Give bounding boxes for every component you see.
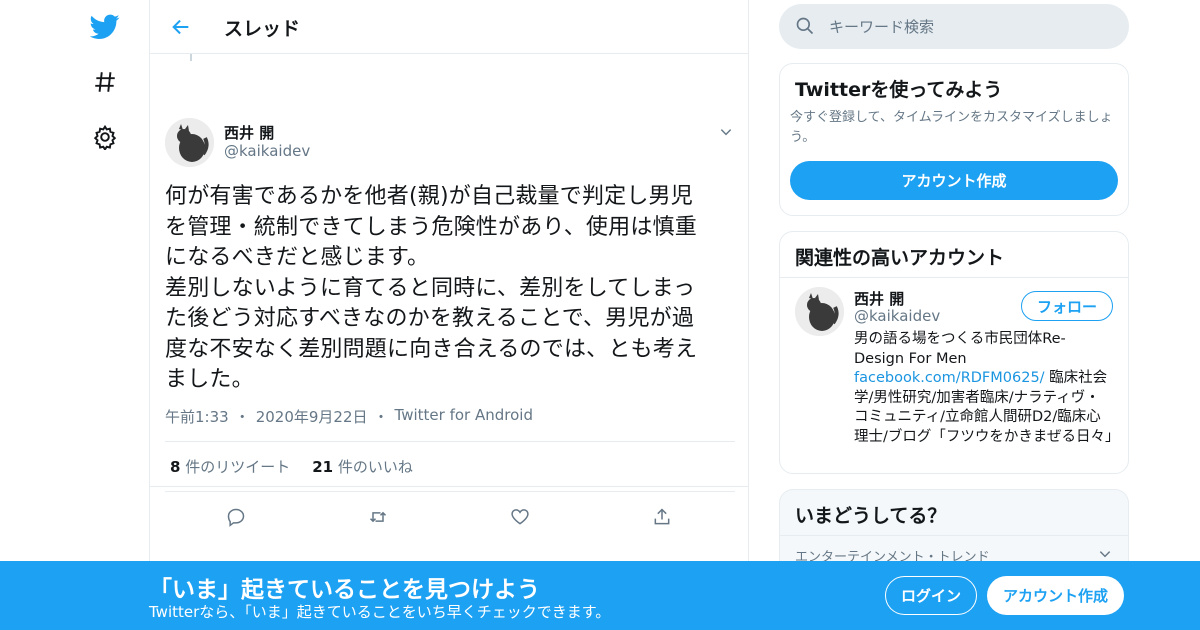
- banner-subtitle: Twitterなら、「いま」起きていることをいち早くチェックできます。: [149, 603, 611, 621]
- related-accounts-title: 関連性の高いアカウント: [795, 247, 1005, 269]
- thread-header: スレッド: [150, 0, 748, 54]
- create-account-button[interactable]: アカウント作成: [790, 161, 1118, 200]
- tweet-text: 何が有害であるかを他者(親)が自己裁量で判定し男児 を管理・統制できてしまう危険…: [165, 184, 698, 392]
- tweet-stats: 8 件のリツイート 21 件のいいね: [170, 456, 413, 477]
- divider: [780, 535, 1128, 536]
- back-arrow-icon[interactable]: [166, 12, 196, 42]
- share-icon[interactable]: [647, 502, 677, 532]
- search-input[interactable]: [829, 12, 1109, 41]
- retweet-stat[interactable]: 8 件のリツイート: [170, 456, 290, 477]
- meta-separator: ・: [373, 408, 389, 426]
- meta-separator: ・: [234, 408, 250, 426]
- author-name[interactable]: 西井 開: [224, 122, 274, 143]
- reply-icon[interactable]: [221, 502, 251, 532]
- page-title: スレッド: [224, 18, 301, 40]
- bio-link[interactable]: facebook.com/RDFM0625/: [854, 370, 1045, 386]
- main-column: スレッド 西井 開 @kaikaidev 何が有害であるかを他者(親)が自己裁量…: [149, 0, 749, 630]
- left-nav: [80, 0, 130, 630]
- signup-button[interactable]: アカウント作成: [987, 576, 1124, 615]
- tweet-actions: [165, 502, 735, 532]
- signup-card-subtitle: 今すぐ登録して、タイムラインをカスタマイズしましょう。: [790, 110, 1113, 145]
- twitter-bird-icon[interactable]: [90, 12, 120, 42]
- search-icon: [795, 16, 815, 36]
- divider: [165, 441, 735, 442]
- avatar[interactable]: [165, 118, 214, 167]
- tweet-source[interactable]: Twitter for Android: [395, 406, 533, 427]
- related-account-name[interactable]: 西井 開: [854, 288, 904, 309]
- related-accounts-card: 関連性の高いアカウント 西井 開 @kaikaidev フォロー 男の語る場をつ…: [779, 231, 1129, 474]
- related-account-bio: 男の語る場をつくる市民団体Re-Design For Men facebook.c…: [854, 331, 1120, 445]
- divider: [150, 486, 749, 487]
- thread-connector: [190, 54, 192, 61]
- follow-button[interactable]: フォロー: [1021, 291, 1113, 321]
- divider: [780, 277, 1128, 278]
- tweet-time[interactable]: 午前1:33: [165, 406, 229, 427]
- banner-title: 「いま」起きていることを見つけよう: [149, 577, 540, 603]
- tweet-meta: 午前1:33 ・ 2020年9月22日 ・ Twitter for Androi…: [165, 406, 533, 427]
- divider: [165, 491, 735, 492]
- tweet-date[interactable]: 2020年9月22日: [256, 406, 368, 427]
- like-heart-icon[interactable]: [505, 502, 535, 532]
- signup-card: Twitterを使ってみよう 今すぐ登録して、タイムラインをカスタマイズしましょ…: [779, 63, 1129, 216]
- chevron-down-icon[interactable]: [716, 122, 736, 142]
- hashtag-icon[interactable]: [90, 67, 120, 97]
- signup-banner: 「いま」起きていることを見つけよう Twitterなら、「いま」起きていることを…: [0, 561, 1200, 630]
- search-bar[interactable]: [779, 4, 1129, 49]
- login-button[interactable]: ログイン: [885, 576, 977, 615]
- signup-card-title: Twitterを使ってみよう: [795, 79, 1003, 101]
- related-account-handle[interactable]: @kaikaidev: [854, 307, 940, 325]
- avatar[interactable]: [795, 287, 844, 336]
- like-stat[interactable]: 21 件のいいね: [312, 456, 413, 477]
- retweet-icon[interactable]: [363, 502, 393, 532]
- trends-title: いまどうしてる？: [795, 505, 947, 527]
- settings-gear-icon[interactable]: [90, 122, 120, 152]
- author-handle[interactable]: @kaikaidev: [224, 142, 310, 160]
